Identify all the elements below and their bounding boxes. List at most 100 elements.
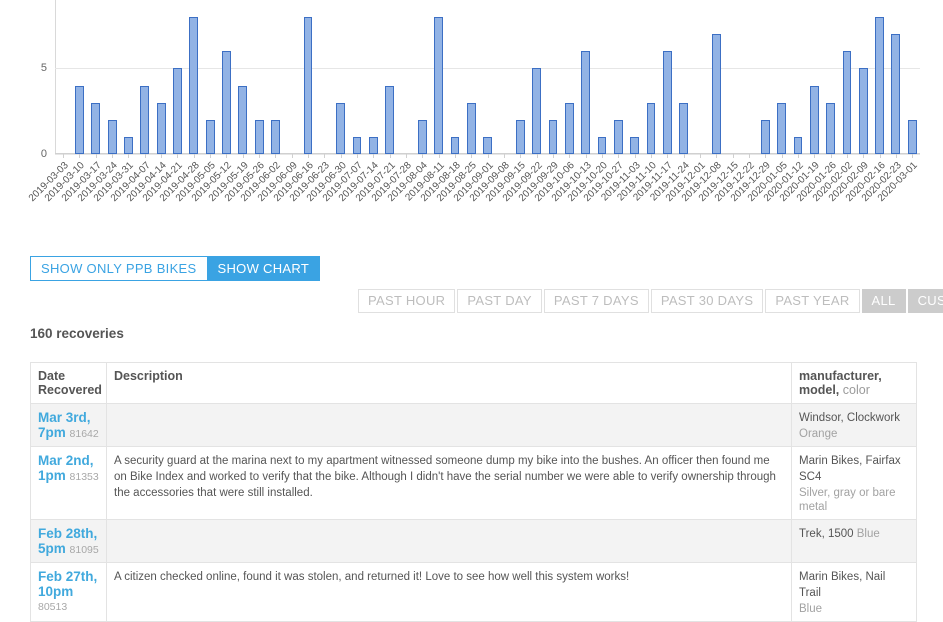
chart-bar[interactable] xyxy=(206,120,215,154)
chart-bar[interactable] xyxy=(157,103,166,154)
chart-toggle-buttons: SHOW ONLY PPB BIKES SHOW CHART xyxy=(30,256,320,281)
column-header-description[interactable]: Description xyxy=(107,363,792,404)
bike-color: Silver, gray or bare metal xyxy=(799,487,896,513)
chart-bar[interactable] xyxy=(271,120,280,154)
x-tick-mark xyxy=(553,154,554,158)
chart-x-tick-labels: 2019-03-032019-03-102019-03-172019-03-24… xyxy=(55,154,920,215)
chart-bar[interactable] xyxy=(908,120,917,154)
chart-bar[interactable] xyxy=(581,51,590,154)
chart-bar[interactable] xyxy=(826,103,835,154)
show-only-ppb-bikes-button[interactable]: SHOW ONLY PPB BIKES xyxy=(30,256,207,281)
bar-slot xyxy=(120,0,136,154)
x-tick-mark xyxy=(422,154,423,158)
chart-bar[interactable] xyxy=(222,51,231,154)
x-tick-mark xyxy=(357,154,358,158)
chart-bar[interactable] xyxy=(140,86,149,154)
recovery-id: 81642 xyxy=(70,428,99,440)
chart-bar[interactable] xyxy=(75,86,84,154)
range-button-past-7-days[interactable]: PAST 7 DAYS xyxy=(544,289,649,313)
bar-slot xyxy=(71,0,87,154)
chart-bar[interactable] xyxy=(238,86,247,154)
chart-bar[interactable] xyxy=(108,120,117,154)
chart-bar[interactable] xyxy=(598,137,607,154)
range-button-past-30-days[interactable]: PAST 30 DAYS xyxy=(651,289,763,313)
chart-bar[interactable] xyxy=(483,137,492,154)
range-button-past-year[interactable]: PAST YEAR xyxy=(765,289,859,313)
bar-slot xyxy=(888,0,904,154)
column-header-date-recovered[interactable]: Date Recovered xyxy=(31,363,107,404)
column-header-bike-color: color xyxy=(843,383,870,397)
x-tick-mark xyxy=(716,154,717,158)
bar-slot xyxy=(251,0,267,154)
chart-bar[interactable] xyxy=(385,86,394,154)
cell-bike: Trek, 1500 Blue xyxy=(792,520,917,563)
chart-bar[interactable] xyxy=(712,34,721,154)
bar-slot xyxy=(578,0,594,154)
chart-bar[interactable] xyxy=(891,34,900,154)
range-button-past-day[interactable]: PAST DAY xyxy=(457,289,542,313)
cell-description xyxy=(107,404,792,447)
range-button-custom[interactable]: CUSTOM xyxy=(908,289,943,313)
x-tick-mark xyxy=(618,154,619,158)
chart-bar[interactable] xyxy=(532,68,541,154)
chart-bar[interactable] xyxy=(794,137,803,154)
chart-bar[interactable] xyxy=(336,103,345,154)
range-button-past-hour[interactable]: PAST HOUR xyxy=(358,289,455,313)
chart-bar[interactable] xyxy=(565,103,574,154)
chart-bar[interactable] xyxy=(549,120,558,154)
chart-bar[interactable] xyxy=(679,103,688,154)
recovery-date-link[interactable]: Feb 27th, 10pm xyxy=(38,569,97,599)
chart-bar[interactable] xyxy=(516,120,525,154)
bar-slot xyxy=(610,0,626,154)
x-tick-mark xyxy=(275,154,276,158)
bar-slot xyxy=(300,0,316,154)
chart-bar[interactable] xyxy=(369,137,378,154)
chart-bar[interactable] xyxy=(124,137,133,154)
range-button-all[interactable]: ALL xyxy=(862,289,906,313)
recovery-id: 81353 xyxy=(70,471,99,483)
x-tick-mark xyxy=(471,154,472,158)
chart-bar[interactable] xyxy=(843,51,852,154)
bike-make-model: Marin Bikes, Fairfax SC4 xyxy=(799,455,901,483)
x-tick-mark xyxy=(765,154,766,158)
bike-color: Orange xyxy=(799,428,837,440)
chart-bar[interactable] xyxy=(810,86,819,154)
cell-bike: Marin Bikes, Fairfax SC4 Silver, gray or… xyxy=(792,447,917,520)
chart-bar[interactable] xyxy=(304,17,313,154)
x-tick-mark xyxy=(390,154,391,158)
chart-bar[interactable] xyxy=(663,51,672,154)
cell-description: A security guard at the marina next to m… xyxy=(107,447,792,520)
x-tick-mark xyxy=(145,154,146,158)
bar-slot xyxy=(284,0,300,154)
chart-bar[interactable] xyxy=(614,120,623,154)
chart-bar[interactable] xyxy=(418,120,427,154)
x-tick-mark xyxy=(504,154,505,158)
chart-bar[interactable] xyxy=(777,103,786,154)
chart-bar[interactable] xyxy=(91,103,100,154)
chart-bar[interactable] xyxy=(173,68,182,154)
bar-slot xyxy=(594,0,610,154)
show-chart-button[interactable]: SHOW CHART xyxy=(207,256,321,281)
chart-bar[interactable] xyxy=(255,120,264,154)
x-tick-mark xyxy=(292,154,293,158)
cell-description: A citizen checked online, found it was s… xyxy=(107,563,792,622)
chart-bar[interactable] xyxy=(761,120,770,154)
x-tick-mark xyxy=(831,154,832,158)
recovery-id: 81095 xyxy=(70,544,99,556)
chart-bar[interactable] xyxy=(353,137,362,154)
chart-bar[interactable] xyxy=(875,17,884,154)
chart-bar[interactable] xyxy=(189,17,198,154)
table-row: Mar 2nd, 1pm 81353A security guard at th… xyxy=(31,447,917,520)
x-tick-mark xyxy=(210,154,211,158)
chart-bar[interactable] xyxy=(467,103,476,154)
column-header-bike[interactable]: manufacturer, model, color xyxy=(792,363,917,404)
chart-bar[interactable] xyxy=(434,17,443,154)
x-tick-mark xyxy=(439,154,440,158)
x-tick-mark xyxy=(96,154,97,158)
x-tick-mark xyxy=(63,154,64,158)
chart-bar[interactable] xyxy=(451,137,460,154)
chart-bar[interactable] xyxy=(647,103,656,154)
chart-bar[interactable] xyxy=(630,137,639,154)
bar-slot xyxy=(169,0,185,154)
chart-bar[interactable] xyxy=(859,68,868,154)
